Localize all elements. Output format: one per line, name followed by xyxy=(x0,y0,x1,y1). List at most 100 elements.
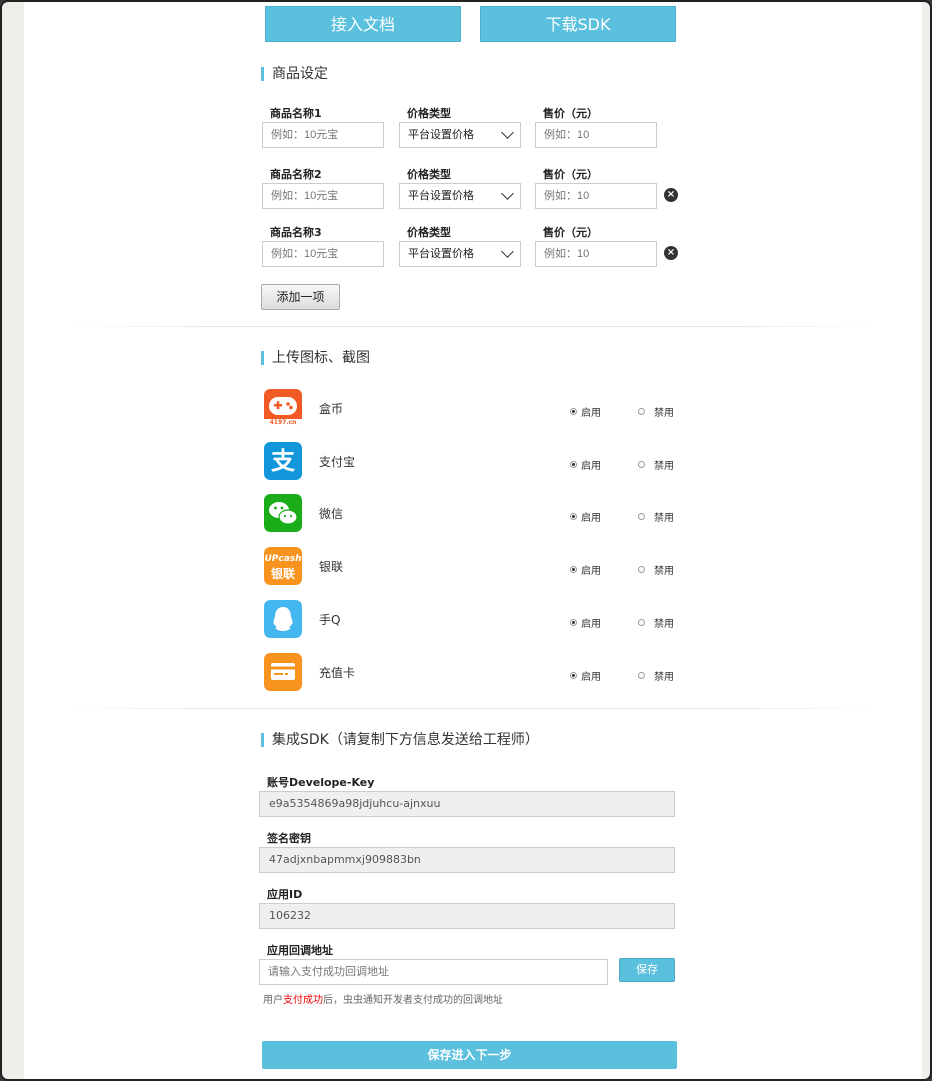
radio-indicator xyxy=(638,513,645,520)
product-name-label: 商品名称2 xyxy=(270,168,322,181)
app-id-field[interactable]: 106232 xyxy=(259,903,675,929)
price-type-select[interactable]: 平台设置价格 xyxy=(399,241,521,267)
radio-indicator xyxy=(570,566,577,573)
price-type-value: 平台设置价格 xyxy=(408,247,474,260)
product-name-label: 商品名称1 xyxy=(270,107,322,120)
product-name-input[interactable] xyxy=(262,183,384,209)
enable-radio[interactable]: 启用 xyxy=(570,665,601,684)
radio-indicator xyxy=(638,408,645,415)
unionpay-line1: UPcash xyxy=(264,554,302,564)
developer-key-field[interactable]: e9a5354869a98jdjuhcu-ajnxuu xyxy=(259,791,675,817)
alipay-glyph: 支 xyxy=(271,447,295,475)
qq-icon xyxy=(264,600,302,638)
callback-note: 用户支付成功后，虫虫通知开发者支付成功的回调地址 xyxy=(263,991,503,1006)
product-name-label: 商品名称3 xyxy=(270,226,322,239)
callback-note-highlight: 支付成功 xyxy=(283,995,323,1006)
radio-indicator xyxy=(570,408,577,415)
enable-label: 启用 xyxy=(581,619,601,630)
card-icon xyxy=(264,653,302,691)
radio-indicator xyxy=(638,619,645,626)
section-divider xyxy=(64,326,882,327)
price-input[interactable] xyxy=(535,122,657,148)
chevron-down-icon xyxy=(501,126,514,139)
enable-radio[interactable]: 启用 xyxy=(570,506,601,525)
radio-indicator xyxy=(638,672,645,679)
disable-label: 禁用 xyxy=(654,461,674,472)
callback-url-label: 应用回调地址 xyxy=(267,944,333,957)
upload-section-title: 上传图标、截图 xyxy=(261,351,370,365)
disable-label: 禁用 xyxy=(654,513,674,524)
price-input[interactable] xyxy=(535,241,657,267)
sdk-section-title: 集成SDK（请复制下方信息发送给工程师） xyxy=(261,733,539,747)
payment-method-name: 银联 xyxy=(319,560,344,574)
price-type-value: 平台设置价格 xyxy=(408,128,474,141)
save-next-button[interactable]: 保存进入下一步 xyxy=(262,1041,677,1069)
app-id-label: 应用ID xyxy=(267,888,303,901)
radio-indicator xyxy=(638,566,645,573)
gamepad-icon: 4197.cn xyxy=(264,389,302,427)
unionpay-line2: 银联 xyxy=(270,567,295,581)
disable-label: 禁用 xyxy=(654,408,674,419)
radio-indicator xyxy=(638,461,645,468)
payment-method-name: 充值卡 xyxy=(319,666,356,680)
disable-radio[interactable]: 禁用 xyxy=(638,401,674,420)
disable-radio[interactable]: 禁用 xyxy=(638,506,674,525)
close-icon[interactable]: × xyxy=(664,246,678,260)
enable-label: 启用 xyxy=(581,513,601,524)
close-icon[interactable]: × xyxy=(664,188,678,202)
price-input[interactable] xyxy=(535,183,657,209)
download-sdk-button[interactable]: 下载SDK xyxy=(480,6,676,42)
docs-button[interactable]: 接入文档 xyxy=(265,6,461,42)
add-item-button[interactable]: 添加一项 xyxy=(261,284,340,310)
payment-method-name: 盒币 xyxy=(319,402,344,416)
enable-radio[interactable]: 启用 xyxy=(570,401,601,420)
enable-radio[interactable]: 启用 xyxy=(570,559,601,578)
payment-method-name: 手Q xyxy=(319,613,341,627)
payment-method-name: 支付宝 xyxy=(319,455,356,469)
developer-key-label: 账号Develope-Key xyxy=(267,776,375,789)
sign-secret-label: 签名密钥 xyxy=(267,832,311,845)
content-panel: 接入文档 下载SDK 商品设定 商品名称1价格类型售价（元）平台设置价格商品名称… xyxy=(24,2,922,1079)
callback-url-input[interactable] xyxy=(259,959,608,985)
sign-secret-field[interactable]: 47adjxnbapmmxj909883bn xyxy=(259,847,675,873)
unionpay-icon: UPcash 银联 xyxy=(264,547,302,585)
product-name-input[interactable] xyxy=(262,241,384,267)
enable-radio[interactable]: 启用 xyxy=(570,612,601,631)
radio-indicator xyxy=(570,619,577,626)
gamepad-badge: 4197.cn xyxy=(269,419,297,426)
callback-note-prefix: 用户 xyxy=(263,995,283,1006)
price-type-label: 价格类型 xyxy=(407,226,451,239)
disable-label: 禁用 xyxy=(654,672,674,683)
chevron-down-icon xyxy=(501,187,514,200)
radio-indicator xyxy=(570,513,577,520)
disable-radio[interactable]: 禁用 xyxy=(638,665,674,684)
price-type-label: 价格类型 xyxy=(407,107,451,120)
window-frame: 接入文档 下载SDK 商品设定 商品名称1价格类型售价（元）平台设置价格商品名称… xyxy=(0,0,932,1081)
disable-radio[interactable]: 禁用 xyxy=(638,612,674,631)
enable-label: 启用 xyxy=(581,566,601,577)
alipay-icon: 支 xyxy=(264,442,302,480)
product-name-input[interactable] xyxy=(262,122,384,148)
price-type-label: 价格类型 xyxy=(407,168,451,181)
wechat-icon xyxy=(264,494,302,532)
radio-indicator xyxy=(570,672,577,679)
payment-method-name: 微信 xyxy=(319,507,344,521)
section-divider xyxy=(64,708,882,709)
price-type-select[interactable]: 平台设置价格 xyxy=(399,122,521,148)
enable-label: 启用 xyxy=(581,672,601,683)
save-callback-button[interactable]: 保存 xyxy=(619,958,675,982)
enable-radio[interactable]: 启用 xyxy=(570,454,601,473)
disable-radio[interactable]: 禁用 xyxy=(638,559,674,578)
price-label: 售价（元） xyxy=(543,168,598,181)
radio-indicator xyxy=(570,461,577,468)
price-type-value: 平台设置价格 xyxy=(408,189,474,202)
enable-label: 启用 xyxy=(581,461,601,472)
callback-note-suffix: 后，虫虫通知开发者支付成功的回调地址 xyxy=(323,995,503,1006)
chevron-down-icon xyxy=(501,245,514,258)
disable-radio[interactable]: 禁用 xyxy=(638,454,674,473)
disable-label: 禁用 xyxy=(654,566,674,577)
price-type-select[interactable]: 平台设置价格 xyxy=(399,183,521,209)
products-section-title: 商品设定 xyxy=(261,67,328,81)
price-label: 售价（元） xyxy=(543,107,598,120)
price-label: 售价（元） xyxy=(543,226,598,239)
